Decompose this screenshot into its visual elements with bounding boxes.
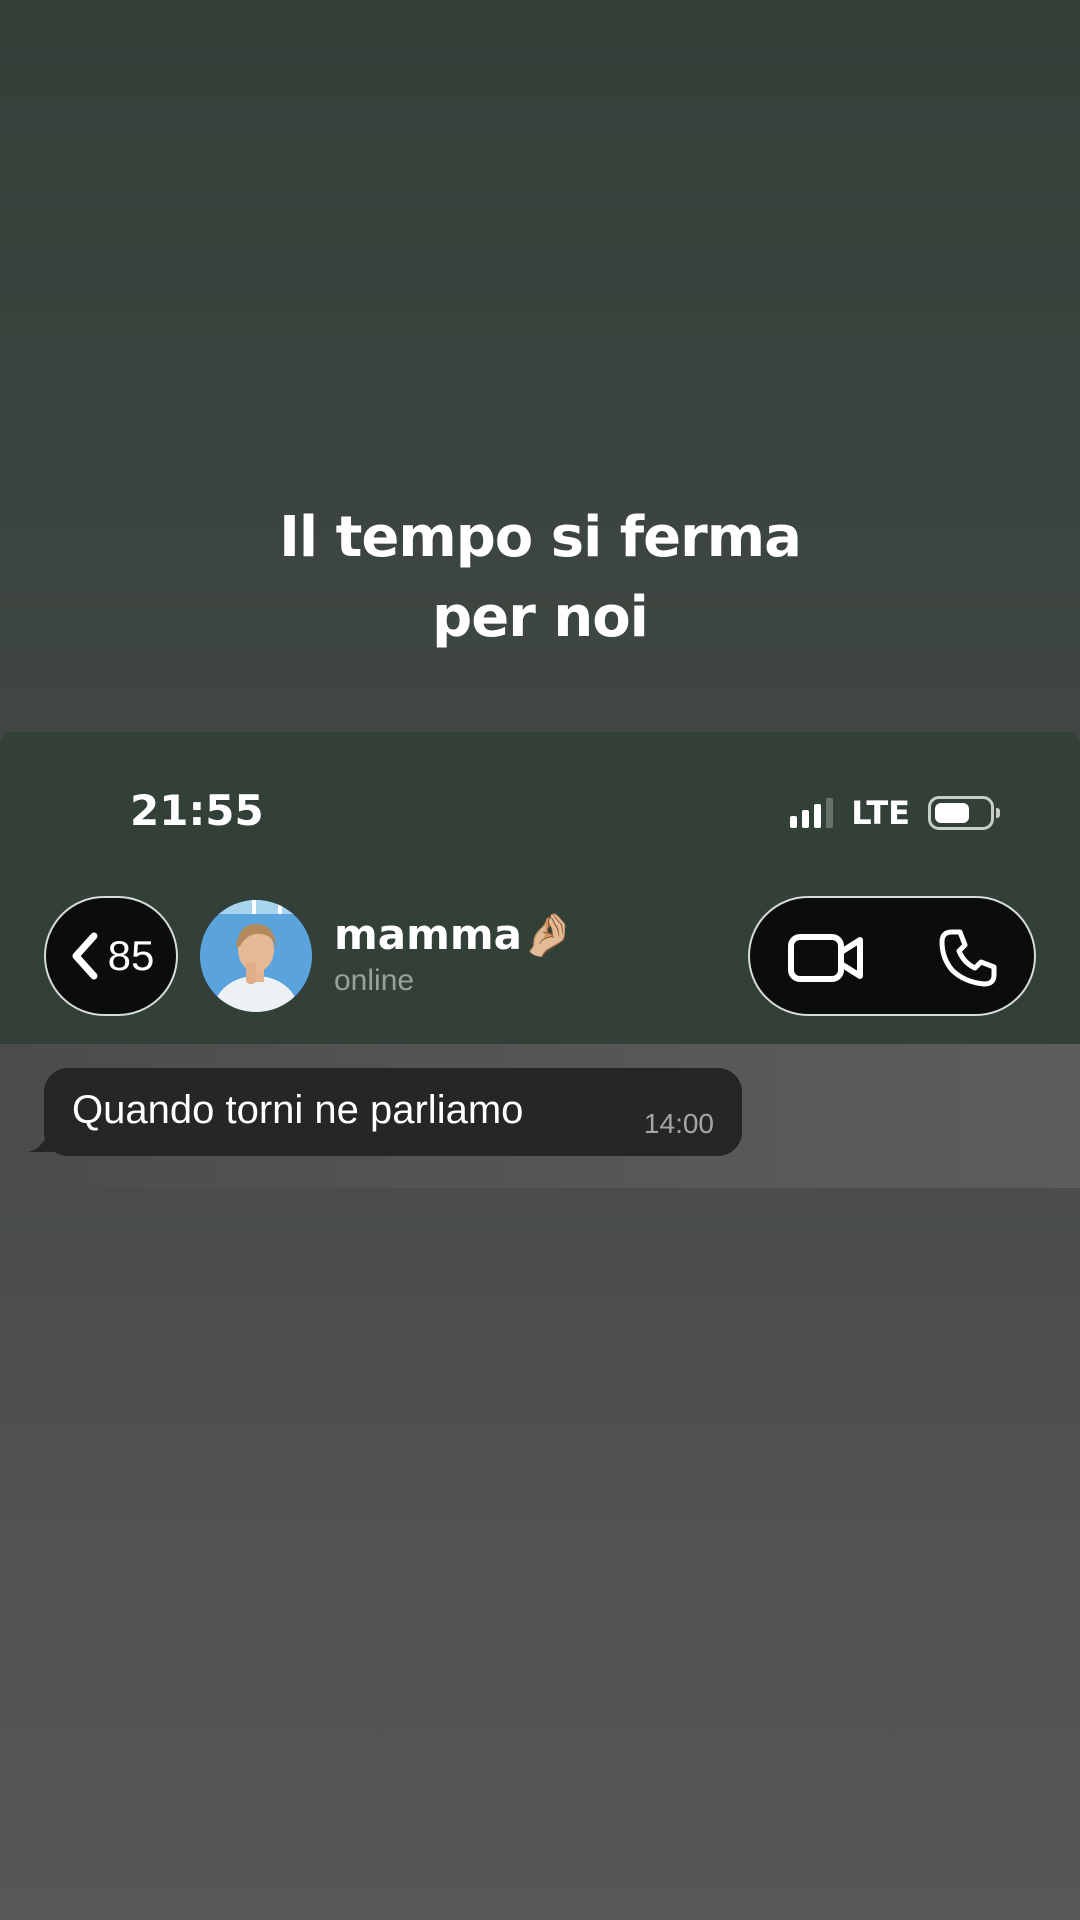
caption-line-1: Il tempo si ferma	[279, 505, 802, 570]
story-caption: Il tempo si ferma per noi	[0, 498, 1080, 658]
network-type: LTE	[851, 794, 910, 832]
call-actions	[748, 896, 1036, 1016]
message-text: Quando torni ne parliamo	[72, 1088, 524, 1132]
message-time: 14:00	[643, 1108, 714, 1139]
chat-header: 21:55 LTE 85 mamma🤌🏼 online	[0, 732, 1080, 1044]
status-time: 21:55	[130, 786, 264, 835]
signal-icon	[790, 798, 834, 828]
status-indicators: LTE	[790, 794, 1000, 832]
battery-icon	[928, 796, 1000, 830]
chevron-left-icon	[72, 932, 98, 980]
contact-status: online	[334, 964, 415, 997]
caption-line-2: per noi	[432, 585, 649, 650]
back-button[interactable]: 85	[44, 896, 178, 1016]
pinched-fingers-emoji: 🤌🏼	[521, 910, 575, 959]
video-camera-icon[interactable]	[788, 932, 864, 984]
message-bubble[interactable]: Quando torni ne parliamo 14:00	[44, 1068, 742, 1156]
contact-avatar[interactable]	[200, 900, 312, 1012]
contact-name[interactable]: mamma🤌🏼	[334, 910, 574, 960]
chat-screenshot: 21:55 LTE 85 mamma🤌🏼 online Quando torni…	[0, 732, 1080, 1920]
unread-count: 85	[107, 932, 155, 979]
message-list: Quando torni ne parliamo 14:00	[0, 1044, 1080, 1188]
phone-icon[interactable]	[938, 928, 998, 988]
